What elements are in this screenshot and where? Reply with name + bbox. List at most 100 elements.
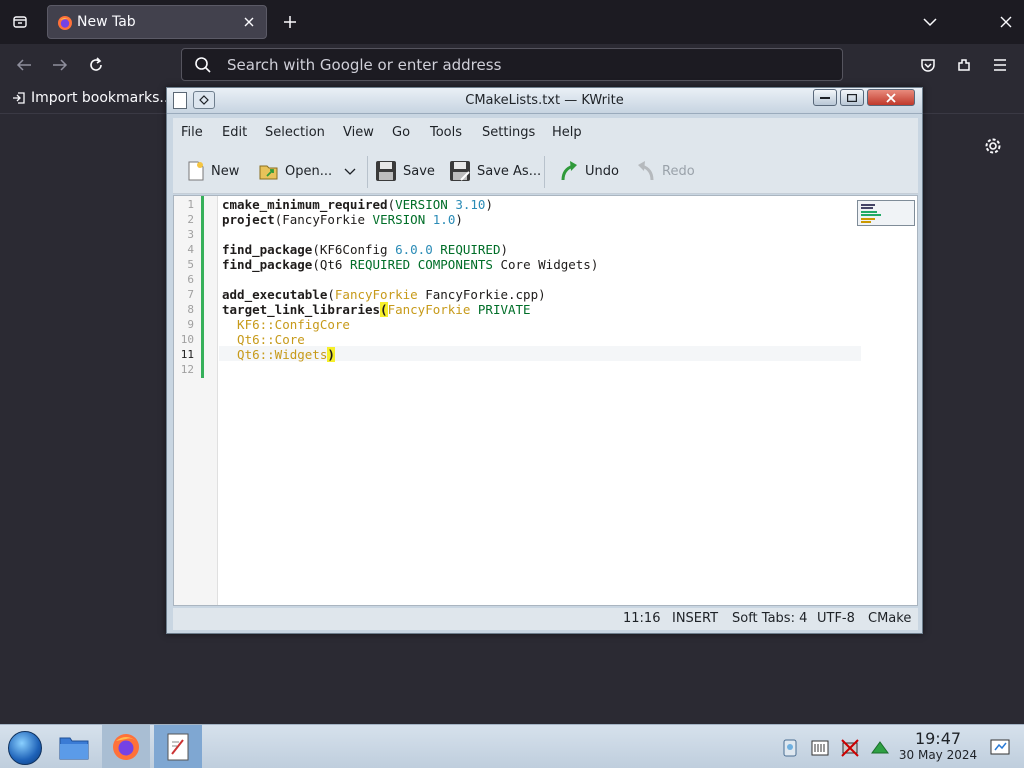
main-toolbar: New Open... Save Save As... Undo Redo	[173, 148, 918, 194]
window-titlebar[interactable]: CMakeLists.txt — KWrite	[167, 88, 922, 114]
firefox-icon[interactable]	[102, 725, 150, 768]
address-bar[interactable]: Search with Google or enter address	[181, 48, 843, 81]
code-line[interactable]: add_executable(FancyForkie FancyForkie.c…	[222, 287, 546, 302]
line-number: 10	[180, 333, 194, 346]
menu-view[interactable]: View	[343, 125, 374, 140]
toolbar-separator	[367, 156, 368, 188]
window-close-icon[interactable]	[996, 12, 1016, 32]
code-line[interactable]: Qt6::Core	[222, 332, 305, 347]
extensions-icon[interactable]	[952, 53, 976, 77]
line-number: 9	[187, 318, 194, 331]
forward-icon[interactable]	[48, 53, 72, 77]
menu-help[interactable]: Help	[552, 125, 582, 140]
menu-icon[interactable]	[988, 53, 1012, 77]
line-number: 8	[187, 303, 194, 316]
undo-icon	[561, 161, 577, 181]
menu-file[interactable]: File	[181, 125, 203, 140]
status-bar: 11:16 INSERT Soft Tabs: 4 UTF-8 CMake	[173, 608, 918, 630]
menu-settings[interactable]: Settings	[482, 125, 535, 140]
syntax-mode[interactable]: CMake	[868, 611, 911, 626]
window-title: CMakeLists.txt — KWrite	[465, 93, 624, 108]
firefox-icon	[58, 16, 72, 30]
kwrite-window: CMakeLists.txt — KWrite File Edit Select…	[166, 87, 923, 634]
text-editor[interactable]: 1 2 3 4 5 6 7 8 9 10 11 12 cmake_minimum…	[173, 195, 918, 606]
code-line[interactable]: KF6::ConfigCore	[222, 317, 350, 332]
line-number: 3	[187, 228, 194, 241]
line-number: 1	[187, 198, 194, 211]
code-line[interactable]: project(FancyForkie VERSION 1.0)	[222, 212, 463, 227]
line-number: 7	[187, 288, 194, 301]
save-icon	[376, 161, 396, 181]
clock-time[interactable]: 19:47	[900, 729, 976, 748]
storage-icon[interactable]	[810, 738, 830, 758]
maximize-icon[interactable]	[840, 89, 864, 106]
updates-icon[interactable]	[870, 738, 890, 758]
back-icon[interactable]	[12, 53, 36, 77]
browser-nav-bar: Search with Google or enter address	[0, 44, 1024, 86]
reload-icon[interactable]	[84, 53, 108, 77]
tab-title: New Tab	[77, 14, 136, 30]
import-bookmarks-button[interactable]: Import bookmarks...	[12, 90, 173, 106]
indentation-setting[interactable]: Soft Tabs: 4	[732, 611, 807, 626]
minimize-icon[interactable]	[813, 89, 837, 106]
redo-icon	[638, 161, 654, 181]
code-line[interactable]: cmake_minimum_required(VERSION 3.10)	[222, 197, 493, 212]
code-line[interactable]: Qt6::Widgets)	[222, 347, 335, 362]
clock-date[interactable]: 30 May 2024	[896, 748, 980, 762]
save-label: Save	[403, 163, 435, 179]
new-button[interactable]: New	[187, 156, 239, 186]
chevron-down-icon[interactable]	[344, 168, 356, 176]
undo-button[interactable]: Undo	[559, 156, 619, 186]
line-number-gutter: 1 2 3 4 5 6 7 8 9 10 11 12	[174, 196, 218, 605]
pocket-icon[interactable]	[916, 53, 940, 77]
close-tab-icon[interactable]	[240, 13, 258, 31]
close-icon[interactable]	[867, 89, 915, 106]
minimap[interactable]	[857, 200, 915, 226]
list-all-tabs-icon[interactable]	[8, 10, 32, 34]
file-manager-icon[interactable]	[50, 725, 98, 768]
cursor-position[interactable]: 11:16	[623, 611, 660, 626]
encoding-setting[interactable]: UTF-8	[817, 611, 855, 626]
new-label: New	[211, 163, 240, 179]
save-as-icon	[450, 161, 470, 181]
clipboard-icon[interactable]	[780, 738, 800, 758]
line-number: 12	[180, 363, 194, 376]
save-button[interactable]: Save	[375, 156, 435, 186]
new-tab-icon[interactable]	[280, 12, 300, 32]
code-line[interactable]: target_link_libraries(FancyForkie PRIVAT…	[222, 302, 531, 317]
line-number: 4	[187, 243, 194, 256]
address-bar-placeholder: Search with Google or enter address	[227, 56, 502, 74]
toolbar-separator	[544, 156, 545, 188]
import-icon	[13, 92, 25, 104]
menu-bar: File Edit Selection View Go Tools Settin…	[173, 118, 918, 148]
gear-icon[interactable]	[983, 136, 1003, 156]
network-disconnected-icon[interactable]	[840, 738, 860, 758]
application-launcher-icon[interactable]	[8, 731, 42, 765]
show-desktop-icon[interactable]	[989, 736, 1011, 758]
code-line[interactable]: find_package(Qt6 REQUIRED COMPONENTS Cor…	[222, 257, 598, 272]
kwrite-task-icon[interactable]	[154, 725, 202, 768]
browser-tab[interactable]: New Tab	[47, 5, 267, 39]
input-mode[interactable]: INSERT	[672, 611, 718, 626]
chevron-down-icon[interactable]	[920, 12, 940, 32]
modified-lines-marker	[201, 196, 204, 378]
menu-tools[interactable]: Tools	[430, 125, 462, 140]
taskbar: 19:47 30 May 2024	[0, 724, 1024, 768]
save-as-button[interactable]: Save As...	[449, 156, 541, 186]
menu-selection[interactable]: Selection	[265, 125, 325, 140]
menu-edit[interactable]: Edit	[222, 125, 247, 140]
line-number: 2	[187, 213, 194, 226]
undo-label: Undo	[585, 163, 619, 179]
open-button[interactable]: Open...	[259, 156, 332, 186]
code-line[interactable]: find_package(KF6Config 6.0.0 REQUIRED)	[222, 242, 508, 257]
open-label: Open...	[285, 163, 333, 179]
save-as-label: Save As...	[477, 163, 542, 179]
line-number: 5	[187, 258, 194, 271]
line-number-current: 11	[180, 348, 194, 361]
line-number: 6	[187, 273, 194, 286]
menu-go[interactable]: Go	[392, 125, 410, 140]
browser-tab-strip: New Tab	[0, 0, 1024, 44]
redo-label: Redo	[662, 163, 695, 179]
redo-button[interactable]: Redo	[636, 156, 695, 186]
new-document-icon	[188, 161, 204, 181]
